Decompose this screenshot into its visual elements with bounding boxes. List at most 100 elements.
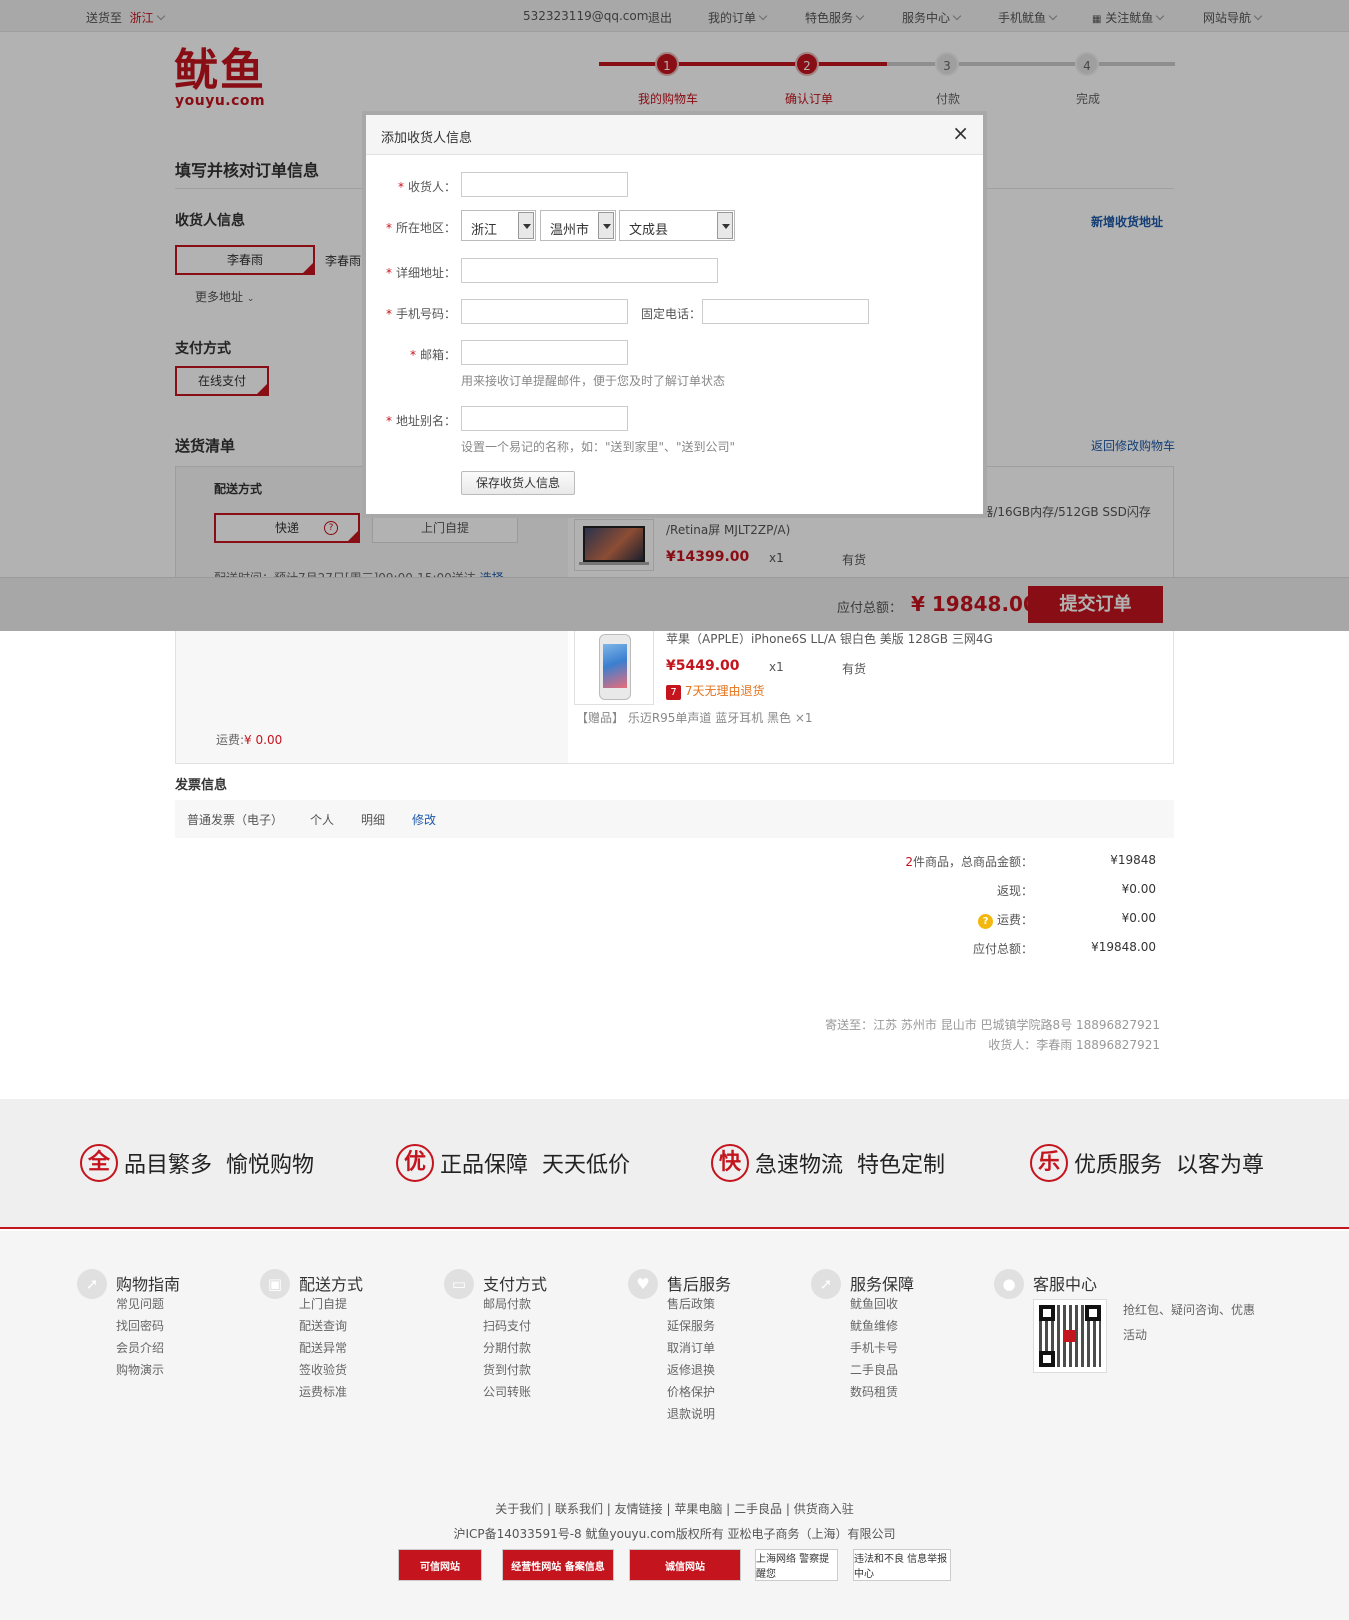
consignee-name-input[interactable]: [461, 172, 628, 197]
summary-count: 2件商品，总商品金额：: [905, 855, 1033, 869]
promise-icon: 快: [711, 1144, 749, 1182]
service-desc: 活动: [1123, 1328, 1148, 1342]
help-link[interactable]: 返修退换: [667, 1361, 715, 1378]
invoice-content: 明细: [361, 813, 386, 827]
ship-address: 寄送至：江苏 苏州市 昆山市 巴城镇学院路8号 18896827921: [825, 1018, 1160, 1032]
help-link[interactable]: 价格保护: [667, 1383, 715, 1400]
province-select[interactable]: 浙江: [461, 210, 536, 241]
help-link[interactable]: 常见问题: [116, 1295, 164, 1312]
product-price-iphone: ¥5449.00: [666, 658, 740, 674]
product-image-iphone[interactable]: [574, 627, 654, 705]
dropdown-arrow-icon: [518, 212, 534, 239]
landline-input[interactable]: [702, 299, 869, 324]
ship-receiver: 收货人：李春雨 18896827921: [988, 1038, 1160, 1052]
help-link[interactable]: 手机卡号: [850, 1339, 898, 1356]
footer-link[interactable]: 友情链接: [615, 1502, 663, 1516]
help-link[interactable]: 签收验货: [299, 1361, 347, 1378]
phone-label: 固定电话：: [641, 307, 702, 321]
help-link[interactable]: 配送查询: [299, 1317, 347, 1334]
mobile-input[interactable]: [461, 299, 628, 324]
dropdown-arrow-icon: [598, 212, 614, 239]
dialog-title: 添加收货人信息: [381, 131, 473, 146]
footer-link[interactable]: 联系我们: [555, 1502, 603, 1516]
summary-rebate-label: 返现：: [996, 884, 1033, 898]
save-consignee-button[interactable]: 保存收货人信息: [461, 471, 575, 495]
help-link[interactable]: 找回密码: [116, 1317, 164, 1334]
help-link[interactable]: 退款说明: [667, 1405, 715, 1422]
detail-address-input[interactable]: [461, 258, 718, 283]
address-label: * 详细地址：: [385, 266, 456, 280]
help-link[interactable]: 配送异常: [299, 1339, 347, 1356]
promise-item: 乐优质服务 以客为尊: [1030, 1144, 1264, 1182]
mobile-label: * 手机号码：: [385, 307, 456, 321]
heart-icon: ♥: [628, 1269, 658, 1299]
help-link[interactable]: 取消订单: [667, 1339, 715, 1356]
help-link[interactable]: 上门自提: [299, 1295, 347, 1312]
help-link[interactable]: 购物演示: [116, 1361, 164, 1378]
promise-item: 全品目繁多 愉悦购物: [80, 1144, 314, 1182]
integrity-badge[interactable]: 诚信网站: [629, 1549, 741, 1581]
help-link[interactable]: 公司转账: [483, 1383, 531, 1400]
help-link[interactable]: 售后政策: [667, 1295, 715, 1312]
help-link[interactable]: 二手良品: [850, 1361, 898, 1378]
summary-goods-total: ¥19848: [1110, 853, 1156, 867]
promise-icon: 乐: [1030, 1144, 1068, 1182]
product-name-iphone[interactable]: 苹果（APPLE）iPhone6S LL/A 银白色 美版 128GB 三网4G: [666, 630, 993, 647]
qr-logo-icon: [1064, 1330, 1076, 1342]
summary-rebate: ¥0.00: [1121, 882, 1156, 896]
footer-link[interactable]: 二手良品: [734, 1502, 782, 1516]
help-link[interactable]: 延保服务: [667, 1317, 715, 1334]
phone-screen-image: [603, 644, 627, 688]
help-link[interactable]: 会员介绍: [116, 1339, 164, 1356]
service-promises: 全品目繁多 愉悦购物 优正品保障 天天低价 快急速物流 特色定制 乐优质服务 以…: [0, 1099, 1349, 1229]
help-link[interactable]: 货到付款: [483, 1361, 531, 1378]
county-select[interactable]: 文成县: [619, 210, 735, 241]
email-label: * 邮箱：: [409, 348, 456, 362]
compass-icon: ➚: [77, 1269, 107, 1299]
promise-icon: 全: [80, 1144, 118, 1182]
help-link[interactable]: 运费标准: [299, 1383, 347, 1400]
product-qty: x1: [769, 660, 784, 674]
help-link[interactable]: 鱿鱼维修: [850, 1317, 898, 1334]
site-footer: 关于我们 | 联系我们 | 友情链接 | 苹果电脑 | 二手良品 | 供货商入驻…: [0, 1463, 1349, 1620]
promise-item: 快急速物流 特色定制: [711, 1144, 945, 1182]
summary-payable: ¥19848.00: [1091, 940, 1156, 954]
invoice-title: 发票信息: [175, 778, 228, 793]
phone-body-image: [599, 634, 631, 700]
user-icon: ●: [994, 1269, 1024, 1299]
footer-link[interactable]: 关于我们: [495, 1502, 543, 1516]
help-link[interactable]: 数码租赁: [850, 1383, 898, 1400]
help-link[interactable]: 鱿鱼回收: [850, 1295, 898, 1312]
help-section: ➚ 购物指南 常见问题 找回密码 会员介绍 购物演示 ▣ 配送方式 上门自提 配…: [0, 1231, 1349, 1463]
footer-link[interactable]: 苹果电脑: [674, 1502, 722, 1516]
icp-badge[interactable]: 经营性网站 备案信息: [502, 1549, 614, 1581]
police-badge[interactable]: 上海网络 警察提醒您: [755, 1549, 838, 1581]
email-hint: 用来接收订单提醒邮件，便于您及时了解订单状态: [461, 374, 726, 388]
trusted-site-badge[interactable]: 可信网站: [398, 1549, 482, 1581]
dialog-header: 添加收货人信息 ×: [366, 115, 983, 155]
summary-payable-label: 应付总额：: [972, 942, 1033, 956]
shield-icon: ➚: [811, 1269, 841, 1299]
name-label: * 收货人：: [397, 180, 456, 194]
email-input[interactable]: [461, 340, 628, 365]
footer-link[interactable]: 供货商入驻: [794, 1502, 854, 1516]
footer-links: 关于我们 | 联系我们 | 友情链接 | 苹果电脑 | 二手良品 | 供货商入驻: [495, 1502, 854, 1516]
wallet-icon: ▭: [444, 1269, 474, 1299]
invoice-modify-link[interactable]: 修改: [412, 811, 436, 828]
report-center-badge[interactable]: 违法和不良 信息举报中心: [853, 1549, 951, 1581]
seven-day-icon: 7: [666, 685, 681, 700]
promise-item: 优正品保障 天天低价: [396, 1144, 630, 1182]
help-link[interactable]: 分期付款: [483, 1339, 531, 1356]
invoice-type: 普通发票（电子）: [187, 813, 284, 827]
city-select[interactable]: 温州市: [540, 210, 616, 241]
truck-icon: ▣: [260, 1269, 290, 1299]
question-icon[interactable]: ?: [978, 914, 994, 929]
close-icon[interactable]: ×: [952, 123, 969, 143]
address-alias-input[interactable]: [461, 406, 628, 431]
alias-label: * 地址别名：: [385, 414, 456, 428]
freight: 运费:¥ 0.00: [216, 733, 283, 747]
gift-item: 【赠品】 乐迈R95单声道 蓝牙耳机 黑色 ×1: [576, 711, 813, 725]
help-link[interactable]: 扫码支付: [483, 1317, 531, 1334]
help-link[interactable]: 邮局付款: [483, 1295, 531, 1312]
qr-code: [1033, 1299, 1107, 1373]
